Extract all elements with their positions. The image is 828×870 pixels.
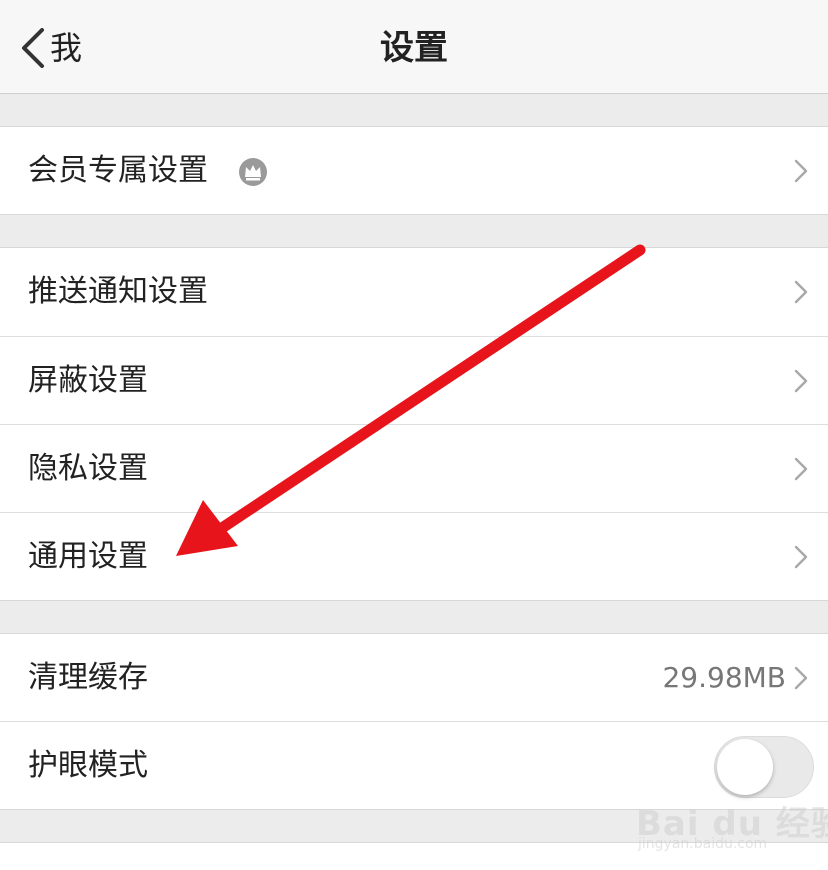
row-push-notification-settings[interactable]: 推送通知设置 [0,248,828,336]
eye-care-toggle[interactable] [714,736,814,798]
row-label: 会员专属设置 [28,153,208,188]
row-label: 屏蔽设置 [28,363,148,398]
row-clear-cache[interactable]: 清理缓存 29.98MB [0,634,828,722]
row-vip-settings[interactable]: 会员专属设置 [0,127,828,215]
row-general-settings[interactable]: 通用设置 [0,513,828,601]
row-privacy-settings[interactable]: 隐私设置 [0,425,828,513]
watermark-url: jingyan.baidu.com [638,836,768,852]
chevron-right-icon [794,666,808,694]
section-divider [0,214,828,215]
chevron-right-icon [794,369,808,397]
cache-size-value: 29.98MB [662,661,786,694]
navigation-bar: 我 设置 [0,0,828,94]
crown-icon [238,157,268,191]
chevron-right-icon [794,280,808,308]
row-label: 推送通知设置 [28,274,208,309]
row-label: 清理缓存 [28,660,148,695]
row-label: 护眼模式 [28,748,148,783]
section-divider [0,600,828,601]
chevron-right-icon [794,545,808,573]
baidu-watermark: Bai du 经验 jingyan.baidu.com [636,796,828,856]
chevron-right-icon [794,457,808,485]
row-block-settings[interactable]: 屏蔽设置 [0,337,828,425]
toggle-knob [717,739,773,795]
row-label: 隐私设置 [28,451,148,486]
page-title: 设置 [380,28,448,68]
chevron-right-icon [794,159,808,187]
row-label: 通用设置 [28,539,148,574]
